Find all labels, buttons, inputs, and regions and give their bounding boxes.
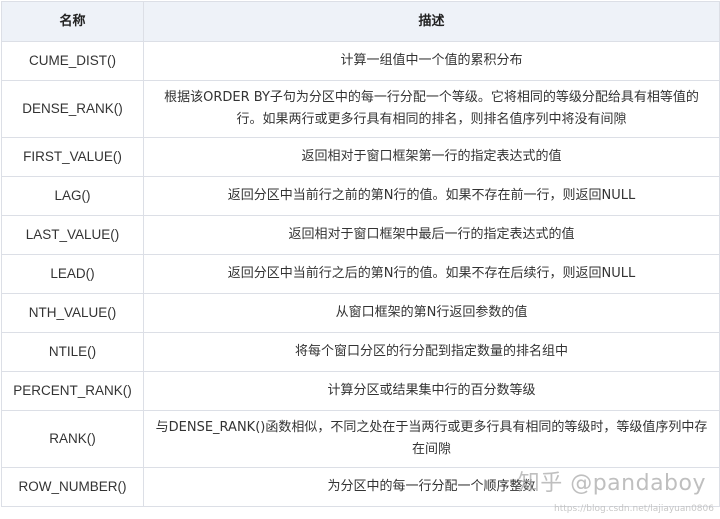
function-name: RANK() [1,410,144,468]
function-name: FIRST_VALUE() [1,137,144,177]
table-row: DENSE_RANK() 根据该ORDER BY子句为分区中的每一行分配一个等级… [1,80,720,138]
table-row: FIRST_VALUE() 返回相对于窗口框架第一行的指定表达式的值 [1,137,720,177]
function-name: PERCENT_RANK() [1,371,144,411]
function-name: LAG() [1,176,144,216]
header-description: 描述 [143,1,720,42]
table-row: LEAD() 返回分区中当前行之后的第N行的值。如果不存在后续行，则返回NULL [1,254,720,294]
table-row: LAST_VALUE() 返回相对于窗口框架中最后一行的指定表达式的值 [1,215,720,255]
table-row: PERCENT_RANK() 计算分区或结果集中行的百分数等级 [1,371,720,411]
function-description: 与DENSE_RANK()函数相似，不同之处在于当两行或更多行具有相同的等级时，… [143,410,720,468]
table-row: LAG() 返回分区中当前行之前的第N行的值。如果不存在前一行，则返回NULL [1,176,720,216]
function-description: 返回相对于窗口框架第一行的指定表达式的值 [143,137,720,177]
function-description: 将每个窗口分区的行分配到指定数量的排名组中 [143,332,720,372]
function-name: LEAD() [1,254,144,294]
function-description: 从窗口框架的第N行返回参数的值 [143,293,720,333]
function-name: NTILE() [1,332,144,372]
function-description: 根据该ORDER BY子句为分区中的每一行分配一个等级。它将相同的等级分配给具有… [143,80,720,138]
header-name: 名称 [1,1,144,42]
table-row: NTH_VALUE() 从窗口框架的第N行返回参数的值 [1,293,720,333]
table-header-row: 名称 描述 [1,1,720,42]
function-description: 计算一组值中一个值的累积分布 [143,41,720,81]
table-row: RANK() 与DENSE_RANK()函数相似，不同之处在于当两行或更多行具有… [1,410,720,468]
table-row: NTILE() 将每个窗口分区的行分配到指定数量的排名组中 [1,332,720,372]
function-description: 返回分区中当前行之前的第N行的值。如果不存在前一行，则返回NULL [143,176,720,216]
function-name: ROW_NUMBER() [1,467,144,507]
function-name: CUME_DIST() [1,41,144,81]
function-description: 为分区中的每一行分配一个顺序整数 [143,467,720,507]
window-functions-table: 名称 描述 CUME_DIST() 计算一组值中一个值的累积分布 DENSE_R… [1,1,720,507]
function-description: 计算分区或结果集中行的百分数等级 [143,371,720,411]
function-description: 返回分区中当前行之后的第N行的值。如果不存在后续行，则返回NULL [143,254,720,294]
function-name: NTH_VALUE() [1,293,144,333]
function-description: 返回相对于窗口框架中最后一行的指定表达式的值 [143,215,720,255]
function-name: DENSE_RANK() [1,80,144,138]
table-row: ROW_NUMBER() 为分区中的每一行分配一个顺序整数 [1,467,720,507]
function-name: LAST_VALUE() [1,215,144,255]
table-row: CUME_DIST() 计算一组值中一个值的累积分布 [1,41,720,81]
